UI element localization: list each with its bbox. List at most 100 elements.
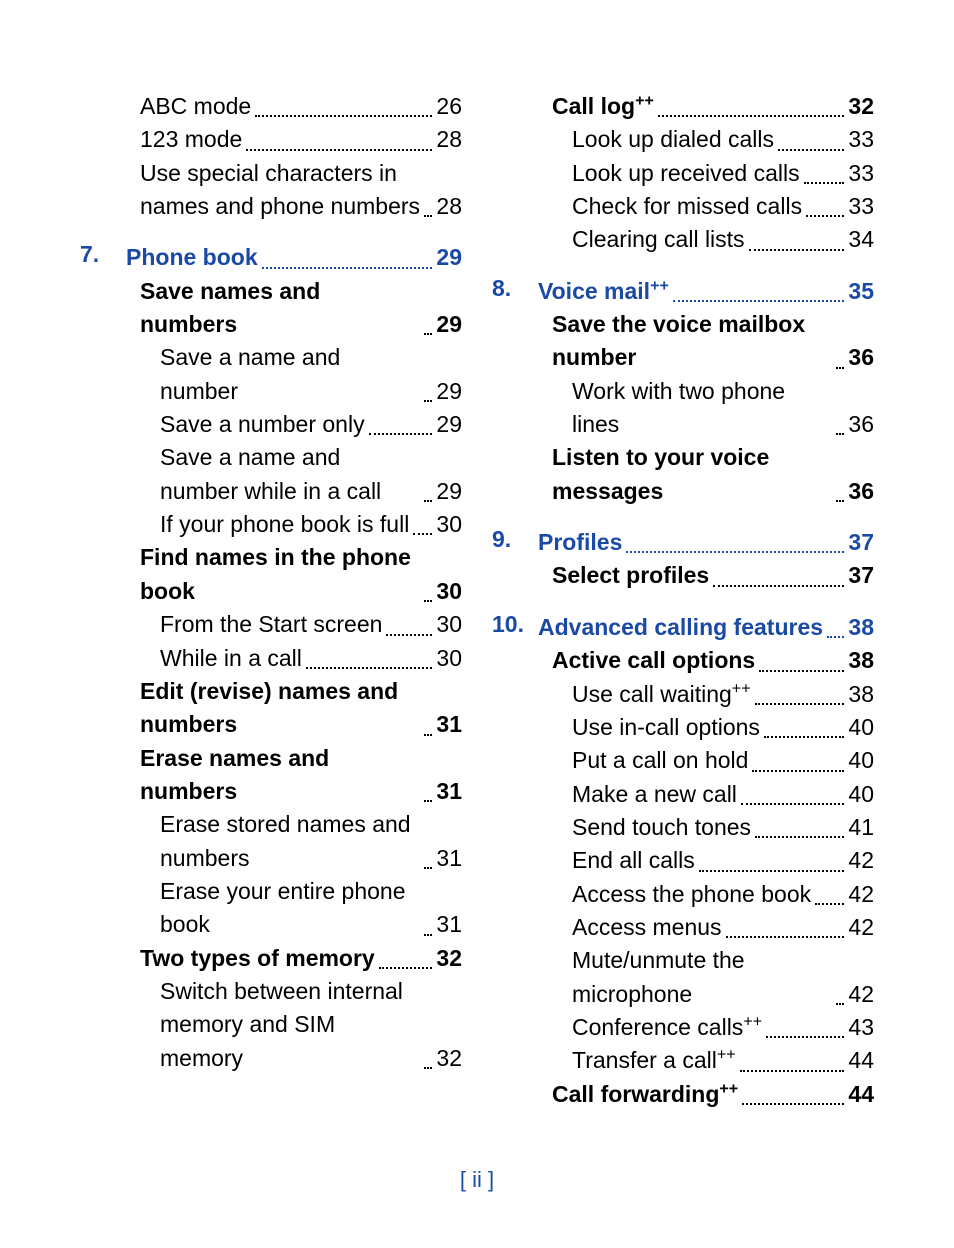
dot-leader xyxy=(424,214,432,217)
toc-label: Look up received calls xyxy=(572,157,800,190)
toc-entry[interactable]: From the Start screen30 xyxy=(80,608,462,641)
toc-entry[interactable]: Transfer a call++44 xyxy=(492,1044,874,1077)
toc-entry[interactable]: Save a name and number while in a call29 xyxy=(80,441,462,508)
dot-leader xyxy=(386,633,432,636)
dot-leader xyxy=(626,550,844,553)
toc-entry[interactable]: Switch between internal memory and SIM m… xyxy=(80,975,462,1075)
toc-label: Conference calls++ xyxy=(572,1011,762,1044)
toc-entry[interactable]: Two types of memory32 xyxy=(80,942,462,975)
dot-leader xyxy=(246,148,432,151)
toc-entry[interactable]: Use special characters in names and phon… xyxy=(80,157,462,224)
toc-entry[interactable]: Use in-call options40 xyxy=(492,711,874,744)
toc-entry[interactable]: Make a new call40 xyxy=(492,778,874,811)
toc-entry[interactable]: Erase your entire phone book 31 xyxy=(80,875,462,942)
toc-entry[interactable]: 123 mode28 xyxy=(80,123,462,156)
dot-leader xyxy=(815,902,844,905)
toc-entry[interactable]: Erase names and numbers31 xyxy=(80,742,462,809)
toc-entry[interactable]: Mute/unmute the microphone42 xyxy=(492,944,874,1011)
dot-leader xyxy=(255,114,432,117)
toc-entry[interactable]: Save the voice mailbox number36 xyxy=(492,308,874,375)
toc-entry[interactable]: Select profiles 37 xyxy=(492,559,874,592)
dot-leader xyxy=(755,835,844,838)
toc-label: Voice mail++ xyxy=(538,275,669,308)
toc-label: Select profiles xyxy=(552,559,709,592)
toc-entry[interactable]: 8.Voice mail++35 xyxy=(492,275,874,308)
toc-label: Two types of memory xyxy=(140,942,375,975)
toc-column-left: ABC mode26123 mode28Use special characte… xyxy=(80,90,462,1111)
dot-leader xyxy=(827,635,844,638)
toc-label: Save a name and number while in a call xyxy=(160,441,420,508)
toc-entry[interactable]: Save a number only29 xyxy=(80,408,462,441)
toc-label: Clearing call lists xyxy=(572,223,745,256)
toc-entry[interactable]: 9.Profiles37 xyxy=(492,526,874,559)
chapter-number: 8. xyxy=(492,275,538,302)
toc-entry[interactable]: Edit (revise) names and numbers31 xyxy=(80,675,462,742)
sup-marker: ++ xyxy=(743,1012,762,1030)
dot-leader xyxy=(424,599,432,602)
toc-entry[interactable]: Access the phone book42 xyxy=(492,878,874,911)
toc-label: Make a new call xyxy=(572,778,737,811)
toc-label: Check for missed calls xyxy=(572,190,802,223)
chapter-number: 10. xyxy=(492,611,538,638)
toc-page-number: 31 xyxy=(436,908,462,941)
toc-page-number: 42 xyxy=(848,878,874,911)
toc-entry[interactable]: Check for missed calls33 xyxy=(492,190,874,223)
toc-page-number: 43 xyxy=(848,1011,874,1044)
toc-entry[interactable]: Save names and numbers29 xyxy=(80,275,462,342)
toc-page-number: 42 xyxy=(848,844,874,877)
toc-entry[interactable]: Clearing call lists34 xyxy=(492,223,874,256)
toc-page-number: 29 xyxy=(436,308,462,341)
dot-leader xyxy=(836,1002,844,1005)
toc-label: Look up dialed calls xyxy=(572,123,774,156)
dot-leader xyxy=(804,181,845,184)
toc-entry[interactable]: Active call options38 xyxy=(492,644,874,677)
toc-entry[interactable]: Look up received calls33 xyxy=(492,157,874,190)
toc-entry[interactable]: Call log++32 xyxy=(492,90,874,123)
toc-entry[interactable]: Conference calls++ 43 xyxy=(492,1011,874,1044)
dot-leader xyxy=(836,499,844,502)
toc-entry[interactable]: 7.Phone book29 xyxy=(80,241,462,274)
toc-entry[interactable]: Work with two phone lines36 xyxy=(492,375,874,442)
toc-entry[interactable]: Use call waiting++ 38 xyxy=(492,678,874,711)
toc-page-number: 32 xyxy=(436,1042,462,1075)
sup-marker: ++ xyxy=(732,679,751,697)
toc-page-number: 38 xyxy=(848,644,874,677)
sup-marker: ++ xyxy=(635,91,654,109)
toc-label: Use call waiting++ xyxy=(572,678,751,711)
toc-entry[interactable]: If your phone book is full30 xyxy=(80,508,462,541)
dot-leader xyxy=(379,966,433,969)
toc-entry[interactable]: Save a name and number29 xyxy=(80,341,462,408)
dot-leader xyxy=(262,266,433,269)
toc-page-number: 33 xyxy=(848,123,874,156)
dot-leader xyxy=(424,799,432,802)
toc-page-number: 30 xyxy=(436,575,462,608)
chapter-number: 9. xyxy=(492,526,538,553)
toc-entry[interactable]: Call forwarding++44 xyxy=(492,1078,874,1111)
toc-entry[interactable]: End all calls42 xyxy=(492,844,874,877)
toc-label: Erase your entire phone book xyxy=(160,875,420,942)
toc-entry[interactable]: Look up dialed calls 33 xyxy=(492,123,874,156)
toc-entry[interactable]: Put a call on hold40 xyxy=(492,744,874,777)
toc-entry[interactable]: While in a call30 xyxy=(80,642,462,675)
toc-label: If your phone book is full xyxy=(160,508,409,541)
toc-page-number: 36 xyxy=(848,341,874,374)
toc-entry[interactable]: Find names in the phone book30 xyxy=(80,541,462,608)
toc-page-number: 37 xyxy=(848,559,874,592)
toc-entry[interactable]: Erase stored names and numbers31 xyxy=(80,808,462,875)
dot-leader xyxy=(755,702,845,705)
toc-page-number: 38 xyxy=(848,678,874,711)
dot-leader xyxy=(778,148,844,151)
toc-page-number: 32 xyxy=(848,90,874,123)
toc-label: Call forwarding++ xyxy=(552,1078,738,1111)
toc-entry[interactable]: Access menus42 xyxy=(492,911,874,944)
dot-leader xyxy=(424,499,432,502)
toc-label: Edit (revise) names and numbers xyxy=(140,675,420,742)
toc-entry[interactable]: ABC mode26 xyxy=(80,90,462,123)
toc-label: Transfer a call++ xyxy=(572,1044,736,1077)
toc-label: Put a call on hold xyxy=(572,744,748,777)
dot-leader xyxy=(424,1066,432,1069)
toc-entry[interactable]: 10.Advanced calling features38 xyxy=(492,611,874,644)
toc-entry[interactable]: Send touch tones41 xyxy=(492,811,874,844)
dot-leader xyxy=(424,733,432,736)
toc-entry[interactable]: Listen to your voice messages36 xyxy=(492,441,874,508)
